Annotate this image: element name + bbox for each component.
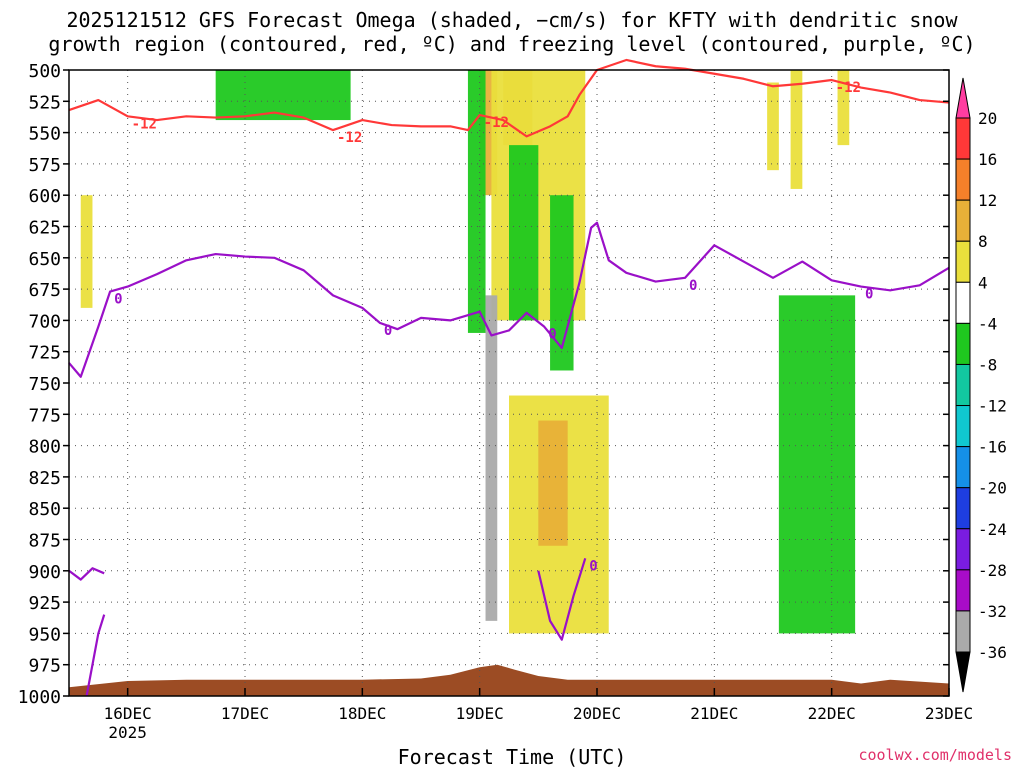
omega-shade	[485, 295, 498, 621]
colorbar-box	[955, 158, 971, 201]
contour-label: 0	[114, 292, 122, 308]
colorbar-label: -24	[978, 520, 1007, 539]
y-tick-label: 525	[28, 92, 61, 113]
colorbar-label: 4	[978, 273, 988, 292]
y-tick-label: 500	[28, 61, 61, 82]
omega-shade	[467, 70, 486, 333]
x-tick-label: 17DEC	[221, 704, 269, 723]
y-tick-label: 725	[28, 343, 61, 364]
colorbar-box	[955, 528, 971, 571]
y-tick-label: 1000	[18, 687, 61, 708]
y-tick-label: 625	[28, 218, 61, 239]
y-tick-label: 700	[28, 311, 61, 332]
colorbar-box	[955, 281, 971, 324]
colorbar-label: -4	[978, 314, 997, 333]
colorbar-label: -8	[978, 355, 997, 374]
x-tick-label: 20DEC	[573, 704, 621, 723]
contour-label: 0	[689, 278, 697, 294]
x-tick-label: 16DEC	[104, 704, 152, 723]
colorbar-label: -32	[978, 602, 1007, 621]
y-tick-label: 925	[28, 593, 61, 614]
x-tick-label: 22DEC	[808, 704, 856, 723]
colorbar-label: -16	[978, 438, 1007, 457]
contour-label: -12	[337, 130, 362, 146]
omega-shade	[790, 70, 803, 189]
colorbar-box	[955, 322, 971, 365]
credit-link[interactable]: coolwx.com/models	[858, 746, 1012, 764]
contour-label: -12	[484, 115, 509, 131]
contour-line-freezing	[68, 567, 105, 581]
colorbar-label: -28	[978, 561, 1007, 580]
contour-label: 0	[865, 287, 873, 303]
y-tick-label: 650	[28, 249, 61, 270]
contour-label: -12	[836, 80, 861, 96]
colorbar-box	[955, 569, 971, 612]
x-tick-sublabel: 2025	[108, 723, 147, 742]
omega-shade	[538, 420, 568, 546]
y-tick-label: 800	[28, 437, 61, 458]
y-tick-label: 675	[28, 280, 61, 301]
x-tick-label: 21DEC	[690, 704, 738, 723]
x-tick-label: 23DEC	[925, 704, 973, 723]
omega-shade	[767, 82, 779, 171]
colorbar-label: -12	[978, 397, 1007, 416]
x-tick-label: 18DEC	[338, 704, 386, 723]
colorbar-box	[955, 446, 971, 489]
colorbar-box	[955, 240, 971, 283]
colorbar-box	[955, 405, 971, 448]
y-tick-label: 600	[28, 186, 61, 207]
colorbar-top-triangle	[955, 77, 971, 119]
y-tick-label: 975	[28, 656, 61, 677]
omega-shade	[778, 295, 856, 634]
y-tick-label: 575	[28, 155, 61, 176]
colorbar-label: -36	[978, 643, 1007, 662]
y-tick-label: 750	[28, 374, 61, 395]
contour-label: 0	[548, 327, 556, 343]
colorbar-box	[955, 199, 971, 242]
colorbar-box	[955, 610, 971, 653]
contour-label: 0	[589, 558, 597, 574]
colorbar-bottom-triangle	[955, 651, 971, 693]
colorbar-box	[955, 117, 971, 160]
terrain-fill	[69, 664, 949, 696]
colorbar-box	[955, 487, 971, 530]
y-tick-label: 900	[28, 562, 61, 583]
colorbar-label: -20	[978, 479, 1007, 498]
colorbar-label: 8	[978, 232, 988, 251]
contour-label: -12	[132, 116, 157, 132]
colorbar-label: 16	[978, 150, 997, 169]
omega-shade	[509, 145, 539, 321]
omega-shade	[215, 70, 351, 121]
y-tick-label: 850	[28, 499, 61, 520]
y-tick-label: 825	[28, 468, 61, 489]
y-tick-label: 950	[28, 624, 61, 645]
y-tick-label: 550	[28, 124, 61, 145]
colorbar-box	[955, 363, 971, 407]
contour-label: 0	[384, 323, 392, 339]
x-tick-label: 19DEC	[456, 704, 504, 723]
colorbar-label: 20	[978, 109, 997, 128]
y-tick-label: 775	[28, 405, 61, 426]
omega-shade	[80, 195, 93, 308]
colorbar-label: 12	[978, 191, 997, 210]
y-tick-label: 875	[28, 531, 61, 552]
chart-canvas: -12 -12 -12 -12 0 0 0 0 0 0 500 525 550 575 600 625 650 6…	[18, 58, 1007, 742]
